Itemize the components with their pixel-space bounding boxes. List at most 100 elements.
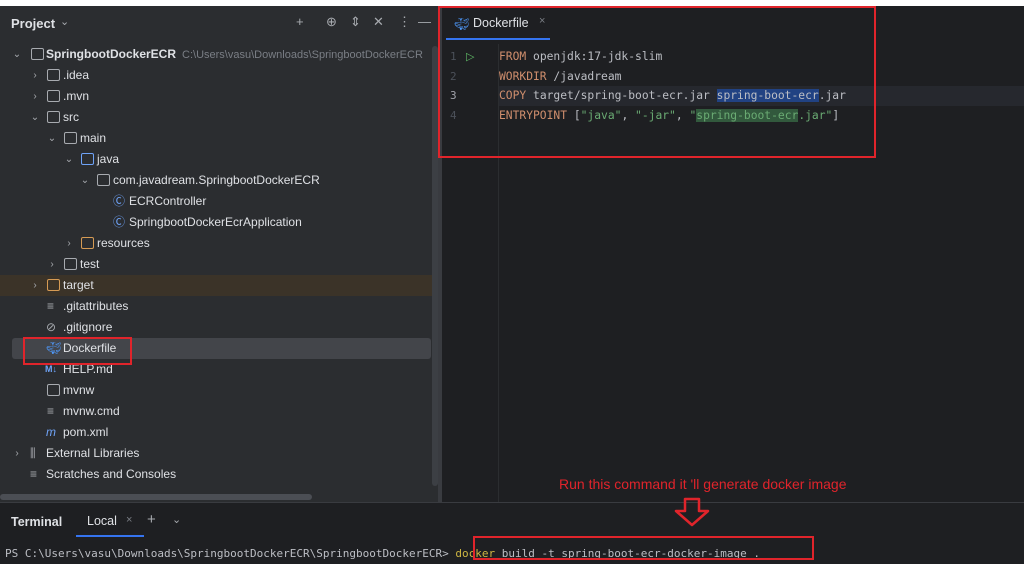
- chevron-down-icon[interactable]: ⌄: [30, 107, 40, 128]
- tree-item-src[interactable]: ⌄ src: [0, 107, 438, 128]
- project-title[interactable]: Project: [11, 16, 55, 31]
- tree-item-dockerfile[interactable]: 🐳︎ Dockerfile: [12, 338, 431, 359]
- tree-item-gitattributes[interactable]: ≡ .gitattributes: [0, 296, 438, 317]
- tree-item-label: Dockerfile: [63, 341, 117, 355]
- folder-icon: [47, 111, 60, 123]
- root-path: C:\Users\vasu\Downloads\SpringbootDocker…: [182, 49, 423, 61]
- spring-boot-class-icon: Ⓒ: [113, 215, 126, 229]
- tree-item-external-libraries[interactable]: › ⫼ External Libraries: [0, 443, 438, 464]
- tree-item-root[interactable]: ⌄ SpringbootDockerECR C:\Users\vasu\Downl…: [0, 44, 438, 65]
- close-icon[interactable]: ×: [126, 514, 132, 526]
- chevron-down-icon[interactable]: ⌄: [172, 513, 181, 526]
- tree-item-gitignore[interactable]: ⊘ .gitignore: [0, 317, 438, 338]
- tree-item-idea[interactable]: › .idea: [0, 65, 438, 86]
- chevron-down-icon[interactable]: ⌄: [60, 15, 69, 28]
- down-arrow-icon: [674, 497, 710, 527]
- tree-item-label: Scratches and Consoles: [46, 467, 177, 481]
- text-file-icon: ≡: [47, 299, 55, 313]
- tree-item-mvn[interactable]: › .mvn: [0, 86, 438, 107]
- docker-icon: 🐳︎: [454, 17, 470, 31]
- tree-item-label: ECRController: [129, 194, 207, 208]
- editor-tab-bar: 🐳︎ Dockerfile ×: [442, 6, 1024, 40]
- annotation-note: Run this command it 'll generate docker …: [559, 476, 847, 492]
- tab-local[interactable]: Local ×: [76, 509, 144, 537]
- add-icon[interactable]: +: [296, 14, 304, 29]
- tree-item-ecrcontroller[interactable]: Ⓒ ECRController: [0, 191, 438, 212]
- tree-item-pom[interactable]: m pom.xml: [0, 422, 438, 443]
- terminal-command-line[interactable]: PS C:\Users\vasu\Downloads\SpringbootDoc…: [5, 547, 760, 560]
- terminal-prompt: PS C:\Users\vasu\Downloads\SpringbootDoc…: [5, 547, 456, 560]
- tree-item-java[interactable]: ⌄ java: [0, 149, 438, 170]
- folder-icon: [47, 69, 60, 81]
- tree-item-resources[interactable]: › resources: [0, 233, 438, 254]
- line-number: 4: [450, 109, 457, 122]
- chevron-right-icon[interactable]: ›: [47, 254, 57, 275]
- tree-item-label: target: [63, 278, 94, 292]
- root-label: SpringbootDockerECR: [46, 47, 177, 61]
- folder-icon: [47, 90, 60, 102]
- chevron-down-icon[interactable]: ⌄: [12, 44, 22, 65]
- locate-icon[interactable]: ⊕: [326, 14, 337, 30]
- expand-all-icon[interactable]: ⇕: [350, 14, 361, 30]
- chevron-right-icon[interactable]: ›: [30, 86, 40, 107]
- folder-icon: [64, 132, 77, 144]
- hide-panel-icon[interactable]: —: [418, 14, 431, 29]
- new-tab-icon[interactable]: +: [147, 511, 156, 528]
- tab-label: Dockerfile: [473, 16, 529, 30]
- editor-panel: 🐳︎ Dockerfile × 1 ▷ 2 3 4 FROM openjdk:1…: [442, 6, 1024, 502]
- more-options-icon[interactable]: ⋮: [398, 14, 411, 30]
- code-line: WORKDIR /javadream: [499, 69, 622, 83]
- project-header: Project ⌄ + ⊕ ⇕ ✕ ⋮ —: [0, 6, 438, 40]
- collapse-all-icon[interactable]: ✕: [373, 14, 384, 30]
- source-folder-icon: [81, 153, 94, 165]
- tree-item-label: main: [80, 131, 107, 145]
- package-icon: [97, 174, 110, 186]
- chevron-right-icon[interactable]: ›: [12, 443, 22, 464]
- tree-item-label: test: [80, 257, 100, 271]
- chevron-right-icon[interactable]: ›: [64, 233, 74, 254]
- tree-item-label: .gitignore: [63, 320, 113, 334]
- tree-item-test[interactable]: › test: [0, 254, 438, 275]
- tree-item-label: resources: [97, 236, 150, 250]
- tab-dockerfile[interactable]: 🐳︎ Dockerfile ×: [446, 6, 556, 40]
- line-number: 2: [450, 70, 457, 83]
- tree-item-label: HELP.md: [63, 362, 113, 376]
- tree-item-mvnw-cmd[interactable]: ≡ mvnw.cmd: [0, 401, 438, 422]
- chevron-right-icon[interactable]: ›: [30, 275, 40, 296]
- tree-item-label: src: [63, 110, 79, 124]
- terminal-panel: Terminal Local × + ⌄ PS C:\Users\vasu\Do…: [0, 502, 1024, 564]
- tree-item-target[interactable]: › target: [0, 275, 438, 296]
- tree-item-package[interactable]: ⌄ com.javadream.SpringbootDockerECR: [0, 170, 438, 191]
- tree-item-label: .mvn: [63, 89, 90, 103]
- tree-item-scratches[interactable]: ≡ Scratches and Consoles: [0, 464, 438, 485]
- tree-item-label: SpringbootDockerEcrApplication: [129, 215, 302, 229]
- project-horizontal-scrollbar[interactable]: [0, 494, 312, 500]
- tree-item-help[interactable]: M↓ HELP.md: [0, 359, 438, 380]
- tree-item-label: External Libraries: [46, 446, 140, 460]
- close-icon[interactable]: ×: [539, 15, 545, 27]
- chevron-down-icon[interactable]: ⌄: [47, 128, 57, 149]
- folder-icon: [64, 258, 77, 270]
- project-panel: Project ⌄ + ⊕ ⇕ ✕ ⋮ — ⌄ SpringbootDocker…: [0, 6, 438, 502]
- chevron-right-icon[interactable]: ›: [30, 65, 40, 86]
- tree-item-application[interactable]: Ⓒ SpringbootDockerEcrApplication: [0, 212, 438, 233]
- run-icon[interactable]: ▷: [466, 50, 474, 63]
- command-arguments: build -t spring-boot-ecr-docker-image .: [495, 547, 760, 560]
- markdown-icon: M↓: [45, 364, 57, 374]
- class-icon: Ⓒ: [113, 194, 126, 208]
- text-file-icon: ≡: [47, 404, 55, 418]
- tree-item-main[interactable]: ⌄ main: [0, 128, 438, 149]
- editor-gutter: 1 ▷ 2 3 4: [442, 44, 499, 502]
- ignore-file-icon: ⊘: [46, 320, 57, 334]
- chevron-down-icon[interactable]: ⌄: [80, 170, 90, 191]
- terminal-title[interactable]: Terminal: [11, 515, 62, 529]
- tree-item-mvnw[interactable]: mvnw: [0, 380, 438, 401]
- docker-icon: 🐳︎: [46, 341, 62, 355]
- resources-folder-icon: [81, 237, 94, 249]
- chevron-down-icon[interactable]: ⌄: [64, 149, 74, 170]
- command-executable: docker: [455, 547, 496, 560]
- shell-script-icon: [47, 384, 60, 396]
- tree-item-label: .gitattributes: [63, 299, 129, 313]
- text-selection: spring-boot-ecr: [716, 89, 819, 102]
- ide-window: Project ⌄ + ⊕ ⇕ ✕ ⋮ — ⌄ SpringbootDocker…: [0, 6, 1024, 564]
